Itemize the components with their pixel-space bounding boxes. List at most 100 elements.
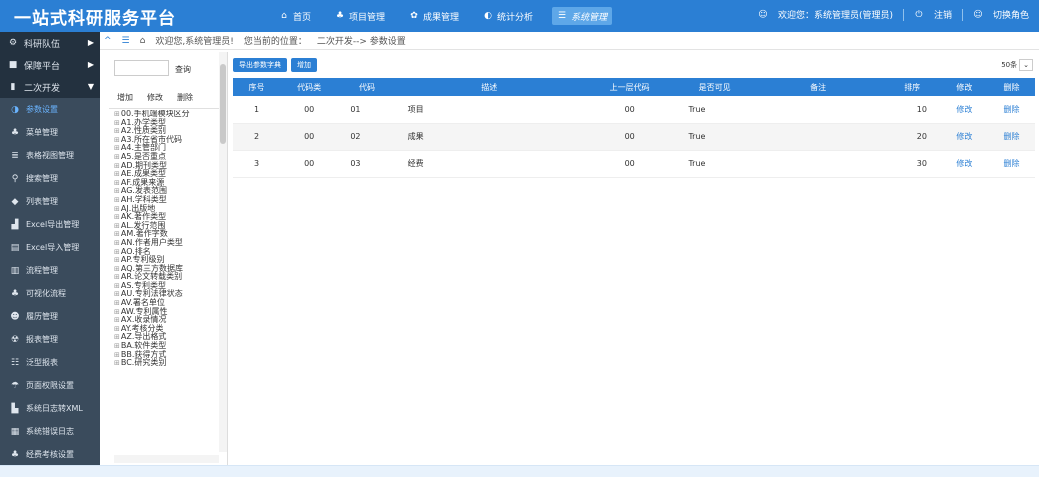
tree-add-button[interactable]: 增加 (117, 92, 133, 103)
expand-icon[interactable]: ⊞ (114, 153, 120, 161)
sidebar-item-menu[interactable]: ♣ 菜单管理 (0, 121, 100, 144)
sidebar-item-table-view[interactable]: ≣ 表格视图管理 (0, 144, 100, 167)
expand-icon[interactable]: ⊞ (114, 136, 120, 144)
sidebar-item-log-xml[interactable]: ▙ 系统日志转XML (0, 397, 100, 420)
expand-icon[interactable]: ⊞ (114, 187, 120, 195)
tree-search-button[interactable]: 查询 (175, 64, 191, 75)
divider (109, 108, 219, 109)
sidebar-item-page-perm[interactable]: ☂ 页面权限设置 (0, 374, 100, 397)
delete-link[interactable]: 删除 (987, 96, 1035, 124)
tree-edit-button[interactable]: 修改 (147, 92, 163, 103)
sidebar-item-team[interactable]: ⚙ 科研队伍 ▶ (0, 32, 100, 54)
tree-horizontal-scrollbar[interactable] (114, 455, 219, 463)
expand-icon[interactable]: ⊞ (114, 230, 120, 238)
expand-icon[interactable]: ⊞ (114, 196, 120, 204)
column-header[interactable]: 序号 (233, 78, 281, 96)
column-header[interactable]: 备注 (752, 78, 884, 96)
search-icon: ⚲ (11, 173, 19, 184)
sidebar-item-visual-flow[interactable]: ♣ 可视化流程 (0, 282, 100, 305)
column-header[interactable]: 上一层代码 (582, 78, 677, 96)
nav-project[interactable]: ♣ 项目管理 (330, 7, 390, 25)
column-header[interactable]: 代码类 (280, 78, 339, 96)
expand-icon[interactable]: ⊞ (114, 290, 120, 298)
expand-icon[interactable]: ⊞ (114, 359, 120, 367)
table-row[interactable]: 1 00 01 项目 00 True 10 修改 删除 (233, 96, 1035, 124)
expand-icon[interactable]: ⊞ (114, 119, 120, 127)
sidebar-item-platform[interactable]: ■ 保障平台 ▶ (0, 54, 100, 76)
delete-link[interactable]: 删除 (987, 123, 1035, 151)
sidebar-item-list[interactable]: ◆ 列表管理 (0, 190, 100, 213)
expand-icon[interactable]: ⊞ (114, 265, 120, 273)
expand-icon[interactable]: ⊞ (114, 213, 120, 221)
sidebar-item-flow[interactable]: ▥ 流程管理 (0, 259, 100, 282)
tree-search-input[interactable] (114, 60, 169, 76)
sidebar-item-error-log[interactable]: ▦ 系统错误日志 (0, 420, 100, 443)
column-header[interactable]: 修改 (940, 78, 988, 96)
nav-label: 系统管理 (571, 12, 608, 23)
table-row[interactable]: 3 00 03 经费 00 True 30 修改 删除 (233, 150, 1035, 178)
tree-delete-button[interactable]: 删除 (177, 92, 193, 103)
page-size-value: 50条 (1001, 61, 1018, 69)
expand-icon[interactable]: ⊞ (114, 342, 120, 350)
app-title: 一站式科研服务平台 (14, 9, 176, 29)
table-cell: 20 (883, 123, 941, 151)
sidebar-item-generic-report[interactable]: ☷ 泛型报表 (0, 351, 100, 374)
nav-achievement[interactable]: ✿ 成果管理 (404, 7, 464, 25)
table-row[interactable]: 2 00 02 成果 00 True 20 修改 删除 (233, 123, 1035, 151)
nav-statistics[interactable]: ◐ 统计分析 (478, 7, 538, 25)
column-header[interactable]: 是否可见 (676, 78, 753, 96)
sidebar-item-dev[interactable]: ▮ 二次开发 ▼ (0, 76, 100, 98)
expand-icon[interactable]: ⊞ (114, 222, 120, 230)
expand-icon[interactable]: ⊞ (114, 282, 120, 290)
edit-link[interactable]: 修改 (940, 96, 988, 124)
nav-system[interactable]: ☰ 系统管理 (552, 7, 613, 25)
expand-icon[interactable]: ⊞ (114, 239, 120, 247)
nav-home[interactable]: ⌂ 首页 (274, 7, 316, 25)
sidebar-item-label: 流程管理 (26, 266, 58, 275)
edit-link[interactable]: 修改 (940, 123, 988, 151)
menu-icon[interactable]: ☰ (122, 36, 130, 46)
chevron-down-icon[interactable]: ⌄ (1019, 59, 1033, 71)
tree-node[interactable]: ⊞BC.研究类别 (114, 358, 219, 368)
expand-icon[interactable]: ⊞ (114, 333, 120, 341)
edit-link[interactable]: 修改 (940, 150, 988, 178)
sidebar-item-params[interactable]: ◑ 参数设置 (0, 98, 100, 121)
sidebar-item-excel-import[interactable]: ▤ Excel导入管理 (0, 236, 100, 259)
expand-icon[interactable]: ⊞ (114, 110, 120, 118)
add-button[interactable]: 增加 (291, 58, 317, 72)
sidebar-item-report[interactable]: ☢ 报表管理 (0, 328, 100, 351)
expand-icon[interactable]: ⊞ (114, 316, 120, 324)
expand-icon[interactable]: ⊞ (114, 273, 120, 281)
expand-icon[interactable]: ⊞ (114, 248, 120, 256)
table-cell: 00 (582, 150, 677, 178)
logout-link[interactable]: 注销 (934, 8, 952, 21)
scroll-thumb[interactable] (220, 64, 226, 144)
table-cell: 03 (338, 150, 396, 178)
column-header[interactable]: 删除 (987, 78, 1035, 96)
expand-icon[interactable]: ⊞ (114, 256, 120, 264)
export-dictionary-button[interactable]: 导出参数字典 (233, 58, 287, 72)
collapse-icon[interactable]: ^ (104, 36, 112, 46)
delete-link[interactable]: 删除 (987, 150, 1035, 178)
expand-icon[interactable]: ⊞ (114, 299, 120, 307)
expand-icon[interactable]: ⊞ (114, 205, 120, 213)
expand-icon[interactable]: ⊞ (114, 162, 120, 170)
main-nav: ⌂ 首页 ♣ 项目管理 ✿ 成果管理 ◐ 统计分析 ☰ 系统管理 (274, 7, 613, 25)
column-header[interactable]: 代码 (338, 78, 396, 96)
expand-icon[interactable]: ⊞ (114, 127, 120, 135)
tree-vertical-scrollbar[interactable] (219, 52, 227, 452)
column-header[interactable]: 描述 (395, 78, 583, 96)
sidebar-item-funding[interactable]: ♣ 经费考核设置 (0, 443, 100, 465)
sidebar-item-search[interactable]: ⚲ 搜索管理 (0, 167, 100, 190)
expand-icon[interactable]: ⊞ (114, 144, 120, 152)
page-size-select[interactable]: 50条 ⌄ (1001, 59, 1033, 71)
switch-role-link[interactable]: 切换角色 (993, 8, 1029, 21)
expand-icon[interactable]: ⊞ (114, 179, 120, 187)
expand-icon[interactable]: ⊞ (114, 325, 120, 333)
column-header[interactable]: 排序 (883, 78, 941, 96)
expand-icon[interactable]: ⊞ (114, 351, 120, 359)
expand-icon[interactable]: ⊞ (114, 170, 120, 178)
expand-icon[interactable]: ⊞ (114, 308, 120, 316)
sidebar-item-resume[interactable]: ☻ 履历管理 (0, 305, 100, 328)
sidebar-item-excel-export[interactable]: ▟ Excel导出管理 (0, 213, 100, 236)
